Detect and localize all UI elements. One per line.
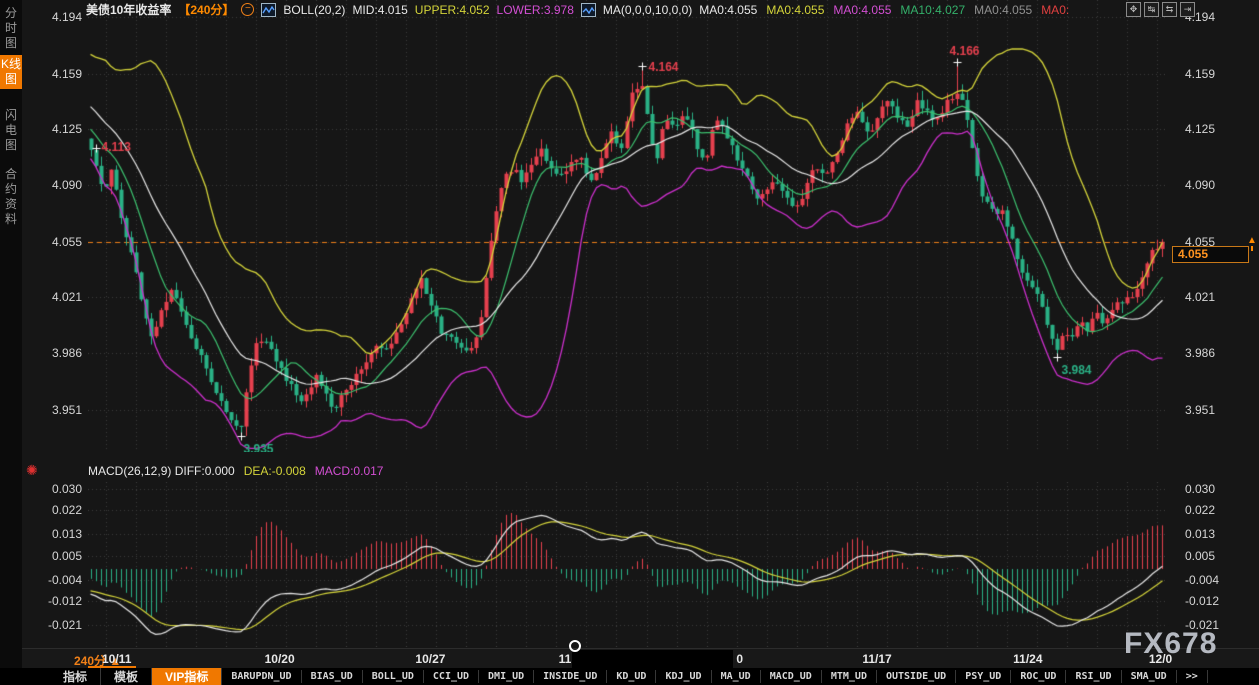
price-tick-left: 4.194 bbox=[24, 10, 82, 24]
macd-tick-left: 0.022 bbox=[24, 503, 82, 517]
current-price-box: 4.055 bbox=[1172, 246, 1249, 263]
macd-canvas[interactable] bbox=[88, 482, 1165, 647]
macd-tick-left: -0.021 bbox=[24, 618, 82, 632]
price-tick-right: 4.021 bbox=[1185, 290, 1215, 304]
price-arrow-icon: ▲ bbox=[1247, 236, 1257, 251]
macd-tick-left: -0.012 bbox=[24, 594, 82, 608]
x-axis-label: 11/24 bbox=[1013, 652, 1042, 666]
x-axis-label: 10/20 bbox=[265, 652, 295, 666]
axis-left-icon[interactable]: ↹ bbox=[1144, 2, 1159, 17]
toolbar-item-mtm_ud[interactable]: MTM_UD bbox=[822, 670, 877, 683]
price-tick-right: 3.986 bbox=[1185, 346, 1215, 360]
instrument-title: 美债10年收益率 bbox=[86, 1, 171, 18]
x-axis-label: 11 bbox=[559, 652, 572, 666]
macd-tick-right: -0.004 bbox=[1185, 573, 1219, 587]
window-tool-icons: ✥↹⇆⇥ bbox=[1126, 2, 1195, 17]
macd-tick-right: -0.012 bbox=[1185, 594, 1219, 608]
macd-tick-left: 0.005 bbox=[24, 549, 82, 563]
macd-header: MACD(26,12,9) DIFF:0.000 DEA:-0.008 MACD… bbox=[88, 464, 383, 478]
toolbar-item-macd_ud[interactable]: MACD_UD bbox=[761, 670, 822, 683]
pan-icon[interactable]: ✥ bbox=[1126, 2, 1141, 17]
toolbar-item-kd_ud[interactable]: KD_UD bbox=[607, 670, 656, 683]
ma-readout-2: MA0:4.055 bbox=[833, 3, 891, 17]
boll-mini-chart-icon[interactable] bbox=[261, 3, 276, 17]
ma-readout-5: MA0: bbox=[1041, 3, 1069, 17]
boll-name: BOLL(20,2) bbox=[283, 3, 345, 17]
price-tick-left: 4.159 bbox=[24, 67, 82, 81]
price-tick-left: 4.021 bbox=[24, 290, 82, 304]
ma-readout-0: MA0:4.055 bbox=[699, 3, 757, 17]
sidebar-tab-2[interactable]: 闪电图 bbox=[0, 106, 22, 155]
price-tick-right: 4.090 bbox=[1185, 178, 1215, 192]
toolbar-item-cci_ud[interactable]: CCI_UD bbox=[424, 670, 479, 683]
chart-header: 美债10年收益率 【240分】 − BOLL(20,2) MID:4.015 U… bbox=[86, 2, 1069, 17]
pane-shift-icon[interactable]: ⇥ bbox=[1180, 2, 1195, 17]
collapse-icon[interactable]: − bbox=[241, 3, 254, 16]
ma-readouts: MA0:4.055 MA0:4.055 MA0:4.055 MA10:4.027 MA0… bbox=[699, 3, 1069, 17]
ma-name: MA(0,0,0,10,0,0) bbox=[603, 3, 692, 17]
x-axis-label: 10/27 bbox=[415, 652, 445, 666]
price-tick-left: 3.986 bbox=[24, 346, 82, 360]
chart-area: 美债10年收益率 【240分】 − BOLL(20,2) MID:4.015 U… bbox=[22, 0, 1259, 668]
ma-readout-1: MA0:4.055 bbox=[766, 3, 824, 17]
ma-mini-chart-icon[interactable] bbox=[581, 3, 596, 17]
toolbar-item-kdj_ud[interactable]: KDJ_UD bbox=[656, 670, 711, 683]
price-tick-left: 4.090 bbox=[24, 178, 82, 192]
toolbar-item-outside_ud[interactable]: OUTSIDE_UD bbox=[877, 670, 956, 683]
main-candlestick-canvas[interactable] bbox=[88, 0, 1165, 452]
app-window: 分时图K线图闪电图合约资料 美债10年收益率 【240分】 − BOLL(20,… bbox=[0, 0, 1259, 685]
price-tick-right: 3.951 bbox=[1185, 403, 1215, 417]
axis-right-icon[interactable]: ⇆ bbox=[1162, 2, 1177, 17]
toolbar-item-bias_ud[interactable]: BIAS_UD bbox=[302, 670, 363, 683]
price-tick-left: 4.125 bbox=[24, 122, 82, 136]
macd-name-diff-readout: MACD(26,12,9) DIFF:0.000 bbox=[88, 464, 235, 478]
toolbar-item-roc_ud[interactable]: ROC_UD bbox=[1011, 670, 1066, 683]
indicator-toolbar: 指标模板VIP指标BARUPDN_UDBIAS_UDBOLL_UDCCI_UDD… bbox=[0, 668, 1259, 685]
toolbar-item-[interactable]: >> bbox=[1177, 670, 1208, 683]
macd-tick-right: 0.005 bbox=[1185, 549, 1215, 563]
toolbar-item-psy_ud[interactable]: PSY_UD bbox=[956, 670, 1011, 683]
macd-tick-left: 0.013 bbox=[24, 527, 82, 541]
macd-tick-right: 0.022 bbox=[1185, 503, 1215, 517]
macd-tick-right: 0.030 bbox=[1185, 482, 1215, 496]
boll-upper-readout: UPPER:4.052 bbox=[415, 3, 490, 17]
boll-mid-readout: MID:4.015 bbox=[352, 3, 407, 17]
macd-dea-readout: DEA:-0.008 bbox=[244, 464, 306, 478]
sidebar-tab-1[interactable]: K线图 bbox=[0, 55, 22, 89]
macd-tick-right: 0.013 bbox=[1185, 527, 1215, 541]
macd-tick-left: 0.030 bbox=[24, 482, 82, 496]
x-axis-label: 10/11 bbox=[102, 652, 131, 666]
sidebar-tab-0[interactable]: 分时图 bbox=[0, 4, 22, 53]
ma-readout-3: MA10:4.027 bbox=[900, 3, 965, 17]
date-axis-row: 240分 ▲ 10/1110/2010/2711011/1711/2412/0 bbox=[22, 648, 1259, 669]
redaction-box bbox=[572, 650, 734, 668]
period-tag[interactable]: 【240分】 bbox=[178, 1, 234, 18]
toolbar-item-dmi_ud[interactable]: DMI_UD bbox=[479, 670, 534, 683]
toolbar-item-[interactable]: 模板 bbox=[101, 668, 152, 685]
price-tick-left: 3.951 bbox=[24, 403, 82, 417]
toolbar-item-rsi_ud[interactable]: RSI_UD bbox=[1066, 670, 1121, 683]
price-tick-right: 4.125 bbox=[1185, 122, 1215, 136]
mouse-cursor bbox=[569, 640, 581, 652]
indicator-settings-icon[interactable]: ✺ bbox=[26, 462, 38, 479]
toolbar-item-barupdn_ud[interactable]: BARUPDN_UD bbox=[222, 670, 301, 683]
toolbar-item-[interactable]: 指标 bbox=[50, 668, 101, 685]
toolbar-item-vip[interactable]: VIP指标 bbox=[152, 668, 222, 685]
x-axis-label: 0 bbox=[736, 652, 743, 666]
toolbar-item-boll_ud[interactable]: BOLL_UD bbox=[363, 670, 424, 683]
price-tick-left: 4.055 bbox=[24, 235, 82, 249]
ma-readout-4: MA0:4.055 bbox=[974, 3, 1032, 17]
left-sidebar: 分时图K线图闪电图合约资料 bbox=[0, 0, 22, 668]
boll-lower-readout: LOWER:3.978 bbox=[497, 3, 574, 17]
toolbar-item-sma_ud[interactable]: SMA_UD bbox=[1122, 670, 1177, 683]
watermark-logo: FX678 bbox=[1124, 627, 1217, 661]
sidebar-tab-3[interactable]: 合约资料 bbox=[0, 165, 22, 229]
toolbar-item-inside_ud[interactable]: INSIDE_UD bbox=[534, 670, 607, 683]
macd-tick-left: -0.004 bbox=[24, 573, 82, 587]
macd-value-readout: MACD:0.017 bbox=[315, 464, 384, 478]
price-tick-right: 4.159 bbox=[1185, 67, 1215, 81]
x-axis-label: 11/17 bbox=[862, 652, 891, 666]
toolbar-item-ma_ud[interactable]: MA_UD bbox=[712, 670, 761, 683]
